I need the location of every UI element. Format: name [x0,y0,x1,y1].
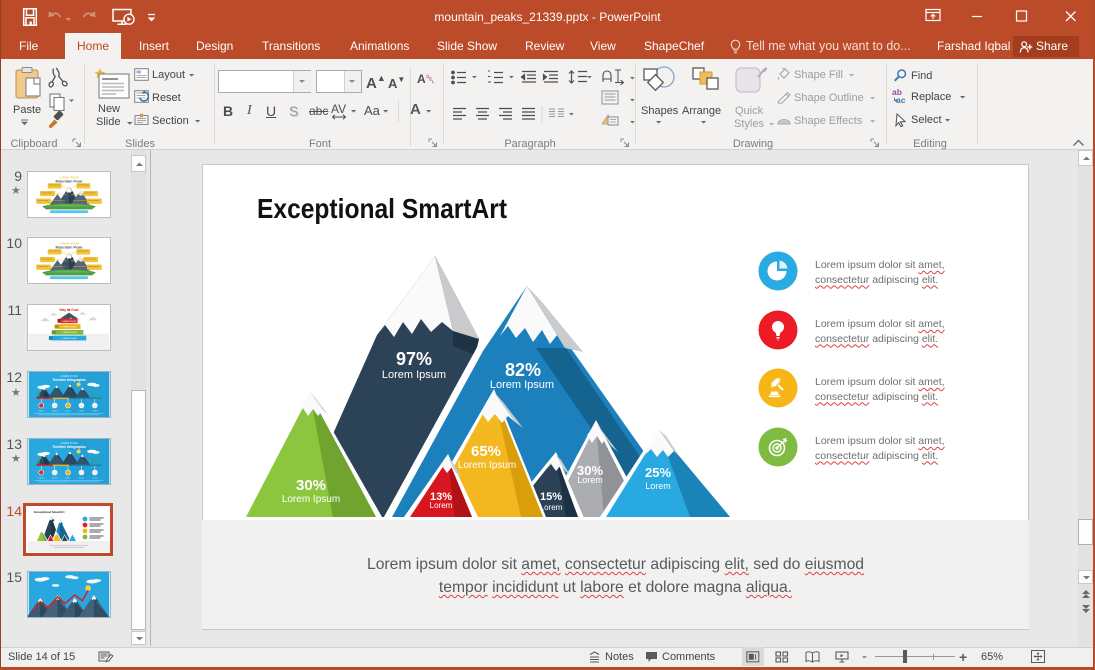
svg-text:Lorem: Lorem [65,477,71,479]
svg-text:Lorem ipsum: Lorem ipsum [84,258,95,260]
svg-text:Lorem ipsum: Lorem ipsum [78,251,89,253]
svg-text:Lorem: Lorem [79,477,85,479]
svg-text:LOREM IPSUM: LOREM IPSUM [62,338,77,340]
svg-text:Lorem: Lorem [52,410,58,412]
svg-text:LOREM IPSUM: LOREM IPSUM [62,321,77,323]
svg-text:65%: 65% [471,443,501,460]
svg-text:Lorem: Lorem [39,477,45,479]
svg-text:Lorem ipsum: Lorem ipsum [78,185,89,187]
svg-text:Lorem ipsum: Lorem ipsum [49,185,60,187]
svg-text:Lorem: Lorem [39,410,45,412]
svg-text:Lorem ipsum: Lorem ipsum [37,266,48,268]
svg-text:30%: 30% [296,477,326,494]
svg-text:Lorem ipsum: Lorem ipsum [88,200,99,202]
svg-text:Lorem: Lorem [540,503,563,512]
svg-text:Lorem: Lorem [645,481,671,491]
svg-text:Mountain Peak: Mountain Peak [56,246,84,250]
svg-text:82%: 82% [505,360,541,380]
svg-text:Lorem: Lorem [430,501,453,510]
svg-text:25%: 25% [645,465,671,480]
svg-text:Lorem Ipsum: Lorem Ipsum [282,494,340,505]
svg-text:Lorem: Lorem [65,410,71,412]
svg-text:Timeline Infographic: Timeline Infographic [52,378,86,382]
svg-text:LOREM IPSUM: LOREM IPSUM [62,327,77,329]
svg-text:Lorem ipsum: Lorem ipsum [88,266,99,268]
svg-text:Lorem Ipsum: Lorem Ipsum [382,369,446,381]
svg-text:Lorem ipsum: Lorem ipsum [41,192,52,194]
svg-text:Lorem Ipsum: Lorem Ipsum [490,379,554,391]
svg-text:Lorem ipsum: Lorem ipsum [41,258,52,260]
svg-text:Lorem ipsum: Lorem ipsum [49,251,60,253]
svg-text:Lorem: Lorem [92,477,98,479]
svg-text:Lorem Ipsum: Lorem Ipsum [458,460,516,471]
svg-text:Lorem: Lorem [92,410,98,412]
svg-text:Timeline Infographic: Timeline Infographic [52,445,86,449]
svg-text:ac: ac [896,95,906,104]
svg-text:LOREM IPSUM: LOREM IPSUM [62,332,77,334]
svg-text:Mountain Peak: Mountain Peak [56,180,84,184]
svg-text:Lorem ipsum: Lorem ipsum [37,200,48,202]
svg-text:Lorem: Lorem [52,477,58,479]
svg-text:Exceptional SmartArt: Exceptional SmartArt [34,510,65,514]
svg-text:Lorem ipsum: Lorem ipsum [84,192,95,194]
svg-text:Lorem: Lorem [79,410,85,412]
svg-text:Lorem: Lorem [577,475,603,485]
svg-text:97%: 97% [396,349,432,369]
svg-text:15%: 15% [540,491,562,503]
